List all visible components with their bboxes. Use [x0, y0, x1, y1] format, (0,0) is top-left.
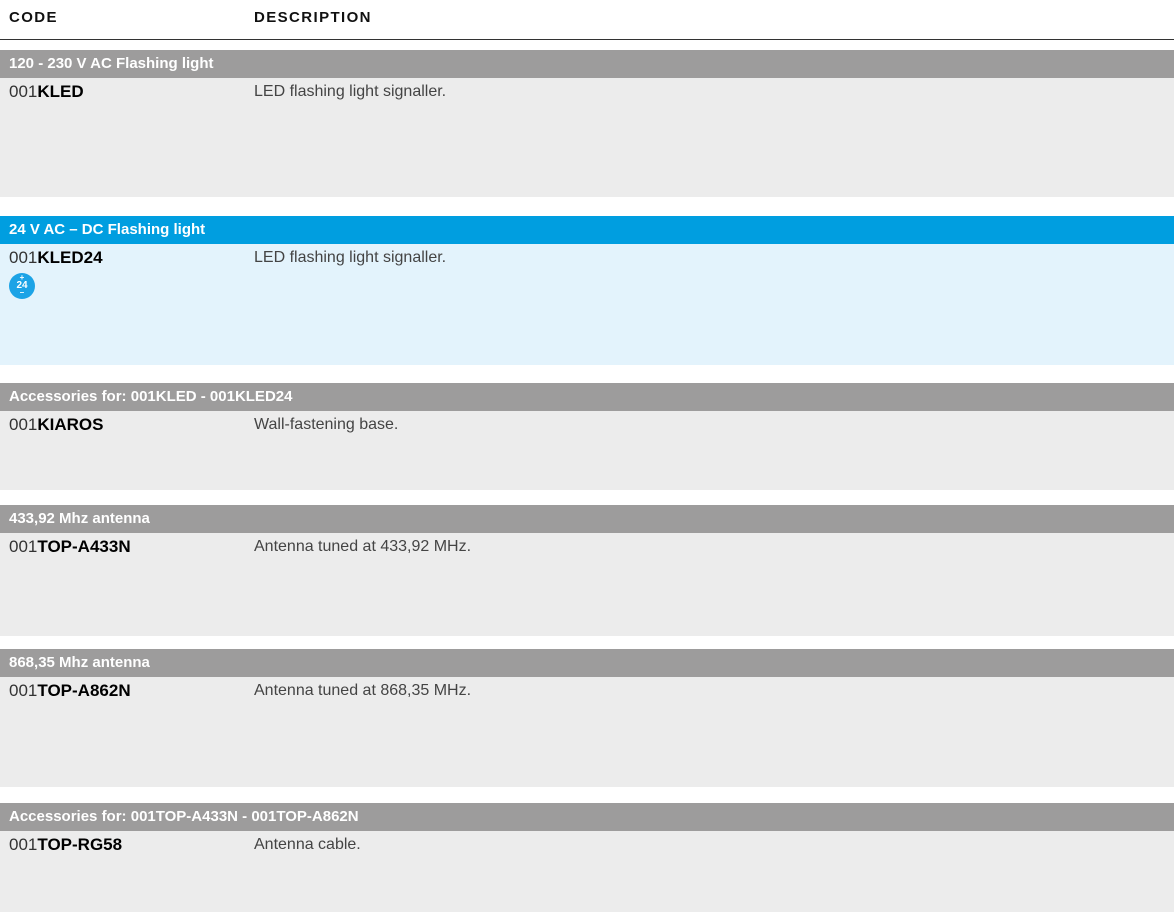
product-description: Wall-fastening base.	[254, 416, 399, 433]
product-section: 868,35 Mhz antenna 001TOP-A862N Antenna …	[0, 649, 1174, 787]
product-row: 001KLED24 + 24 – LED flashing light sign…	[0, 244, 1174, 365]
section-header: 24 V AC – DC Flashing light	[0, 216, 1174, 244]
product-description: Antenna cable.	[254, 836, 361, 853]
product-section: Accessories for: 001KLED - 001KLED24 001…	[0, 383, 1174, 490]
column-header-description: DESCRIPTION	[254, 9, 372, 26]
product-section: 120 - 230 V AC Flashing light 001KLED LE…	[0, 50, 1174, 197]
product-code-main: KLED24	[37, 248, 103, 267]
product-code-main: TOP-A862N	[37, 681, 131, 700]
section-header: Accessories for: 001KLED - 001KLED24	[0, 383, 1174, 411]
product-description: LED flashing light signaller.	[254, 83, 447, 100]
section-header: 868,35 Mhz antenna	[0, 649, 1174, 677]
product-section: Accessories for: 001TOP-A433N - 001TOP-A…	[0, 803, 1174, 912]
product-code-main: TOP-A433N	[37, 537, 131, 556]
column-header-code: CODE	[9, 9, 58, 26]
section-title: 433,92 Mhz antenna	[9, 510, 150, 527]
product-row: 001KIAROS Wall-fastening base.	[0, 411, 1174, 490]
section-title: 120 - 230 V AC Flashing light	[9, 55, 214, 72]
product-row: 001KLED LED flashing light signaller.	[0, 78, 1174, 197]
product-code-prefix: 001	[9, 415, 38, 434]
product-code-prefix: 001	[9, 537, 38, 556]
column-header-row: CODE DESCRIPTION	[0, 0, 1174, 40]
badge-minus: –	[19, 288, 25, 297]
product-row: 001TOP-A862N Antenna tuned at 868,35 MHz…	[0, 677, 1174, 787]
product-code: 001TOP-A433N	[9, 537, 131, 557]
product-code: 001KIAROS	[9, 415, 104, 435]
product-description: Antenna tuned at 433,92 MHz.	[254, 538, 472, 555]
product-section: 433,92 Mhz antenna 001TOP-A433N Antenna …	[0, 505, 1174, 636]
section-title: 868,35 Mhz antenna	[9, 654, 150, 671]
product-row: 001TOP-A433N Antenna tuned at 433,92 MHz…	[0, 533, 1174, 636]
badge-plus: +	[19, 273, 25, 282]
product-code: 001TOP-A862N	[9, 681, 131, 701]
product-code-prefix: 001	[9, 681, 38, 700]
product-row: 001TOP-RG58 Antenna cable.	[0, 831, 1174, 912]
section-title: 24 V AC – DC Flashing light	[9, 221, 206, 238]
section-header: Accessories for: 001TOP-A433N - 001TOP-A…	[0, 803, 1174, 831]
product-code-main: TOP-RG58	[37, 835, 123, 854]
section-header: 433,92 Mhz antenna	[0, 505, 1174, 533]
product-code: 001KLED24	[9, 248, 103, 268]
product-code: 001KLED	[9, 82, 84, 102]
section-header: 120 - 230 V AC Flashing light	[0, 50, 1174, 78]
product-description: Antenna tuned at 868,35 MHz.	[254, 682, 472, 699]
product-code-main: KLED	[37, 82, 84, 101]
section-title: Accessories for: 001TOP-A433N - 001TOP-A…	[9, 808, 359, 825]
product-section: 24 V AC – DC Flashing light 001KLED24 + …	[0, 216, 1174, 365]
product-code-prefix: 001	[9, 835, 38, 854]
section-title: Accessories for: 001KLED - 001KLED24	[9, 388, 293, 405]
product-code-table: CODE DESCRIPTION 120 - 230 V AC Flashing…	[0, 0, 1174, 912]
24v-power-badge-icon: + 24 –	[9, 273, 35, 299]
product-code-prefix: 001	[9, 82, 38, 101]
product-code-main: KIAROS	[37, 415, 104, 434]
product-description: LED flashing light signaller.	[254, 249, 447, 266]
product-code: 001TOP-RG58	[9, 835, 122, 855]
product-code-prefix: 001	[9, 248, 38, 267]
